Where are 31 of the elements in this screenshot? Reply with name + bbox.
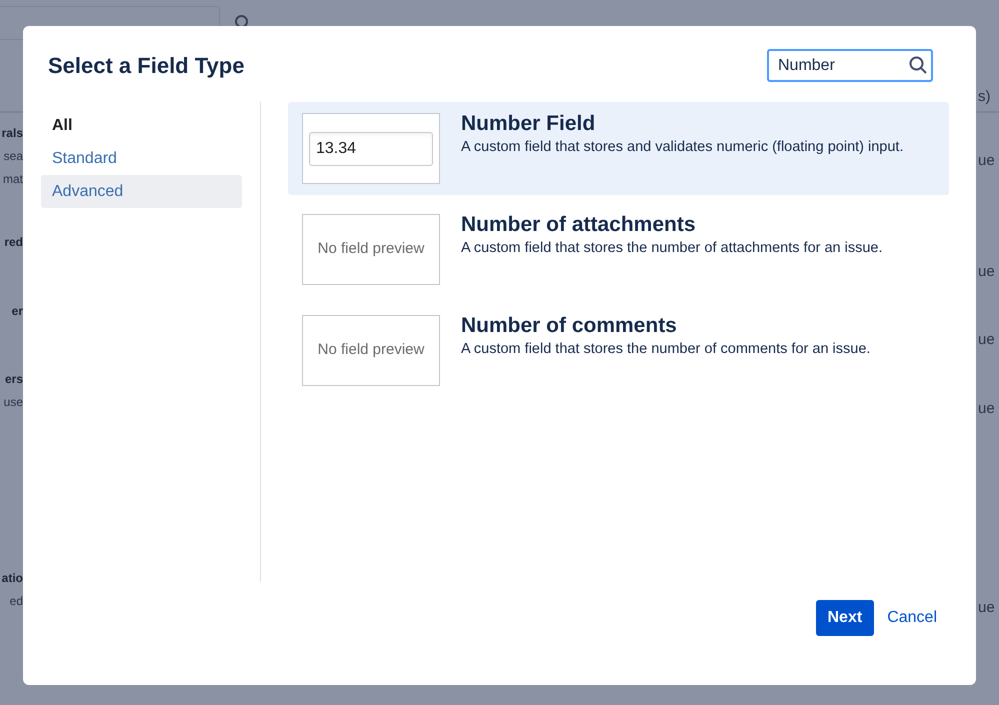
text-fragment: ed	[10, 593, 23, 610]
search-icon[interactable]	[908, 55, 928, 75]
text-fragment: sea	[4, 148, 23, 165]
sample-input: 13.34	[309, 132, 433, 166]
category-item[interactable]: Advanced	[41, 175, 242, 208]
heading-fragment: rals	[2, 125, 23, 142]
preview-placeholder: No field preview	[318, 340, 424, 360]
field-type-name: Number of comments	[461, 314, 678, 338]
preview-placeholder: No field preview	[318, 239, 424, 260]
search-field[interactable]: Number	[767, 49, 933, 82]
text-fragment: ue	[978, 330, 995, 350]
text-fragment: ue	[978, 262, 995, 282]
text-fragment: ue	[978, 399, 995, 419]
field-type-name: Number Field	[461, 112, 596, 136]
field-type-description: A custom field that stores the number of comments for an issue.	[461, 340, 872, 359]
heading-fragment: red	[4, 234, 23, 251]
field-type-description: A custom field that stores and validates numeric (floating point) input.	[461, 138, 904, 157]
field-type-description: A custom field that stores the number of attachments for an issue.	[461, 239, 884, 258]
text-fragment: ue	[978, 598, 995, 618]
text-fragment: s)	[978, 87, 990, 107]
heading-fragment: er	[12, 303, 23, 320]
text-fragment: ue	[978, 151, 995, 171]
dialog-title: Select a Field Type	[48, 52, 244, 80]
next-button[interactable]: Next	[816, 600, 874, 636]
heading-fragment: atio	[2, 570, 23, 587]
text-fragment: mat	[2, 171, 23, 188]
cancel-link[interactable]: Cancel	[887, 606, 937, 630]
field-type-name: Number of attachments	[461, 213, 697, 237]
field-type-option[interactable]: 13.34 Number Field A custom field that stores and validates numeric (floating point) input.	[288, 102, 949, 195]
text-fragment: use	[4, 394, 23, 411]
heading-fragment: ers	[4, 371, 23, 388]
